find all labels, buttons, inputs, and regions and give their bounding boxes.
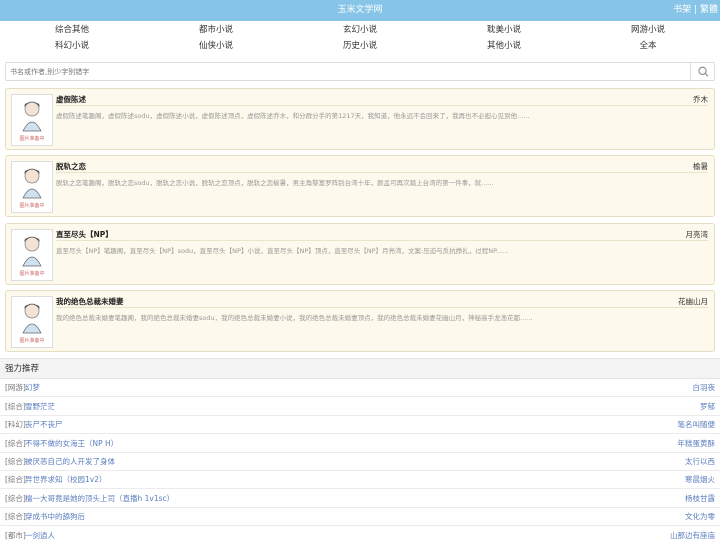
list-item[interactable]: [综合] 穿成书中的舔狗后 文化为零 <box>0 508 720 526</box>
list-item-author[interactable]: 寒晨烟火 <box>685 471 715 489</box>
nav-item-kehuan[interactable]: 科幻小说 <box>0 38 144 54</box>
book-cover[interactable]: 图片准备中 <box>11 94 53 146</box>
list-item-category[interactable]: [科幻] <box>5 416 26 434</box>
cover-label: 图片准备中 <box>19 337 44 344</box>
list-item-title[interactable]: 幻梦 <box>25 379 40 397</box>
book-author[interactable]: 月亮湾 <box>686 229 709 240</box>
list-item-title[interactable]: 异世界求知（校园1v2） <box>25 471 106 489</box>
list-item[interactable]: [网游] 幻梦 白羽夜 <box>0 379 720 397</box>
list-item[interactable]: [综合] 被厌恶自己的人开发了身体 太行以西 <box>0 453 720 471</box>
list-item-category[interactable]: [都市] <box>5 527 26 540</box>
search-input[interactable] <box>6 63 690 80</box>
list-item-category[interactable]: [综合] <box>5 435 26 453</box>
list-item-category[interactable]: [综合] <box>5 508 26 526</box>
traditional-chinese-link[interactable]: 繁體 <box>700 5 718 15</box>
search-bar <box>5 62 715 81</box>
recommend-section-header: 强力推荐 <box>0 358 720 379</box>
list-item-author[interactable]: 文化为零 <box>685 508 715 526</box>
nav-item-xianxia[interactable]: 仙侠小说 <box>144 38 288 54</box>
nav-item-qita[interactable]: 其他小说 <box>432 38 576 54</box>
cover-label: 图片准备中 <box>19 270 44 277</box>
header-links: 书架 | 繁體 <box>673 0 718 21</box>
list-item[interactable]: [科幻] 丧尸不丧尸 笔名叫随便 <box>0 416 720 434</box>
list-item-author[interactable]: 罗郁 <box>700 398 715 416</box>
list-item-category[interactable]: [综合] <box>5 453 26 471</box>
book-card[interactable]: 图片准备中 虚假陈述 乔木 虚假陈述笔趣阁，虚假陈述sodu，虚假陈述小说，虚假… <box>5 88 715 150</box>
book-description: 直至尽头【NP】笔趣阁，直至尽头【NP】sodu，直至尽头【NP】小说，直至尽头… <box>56 247 509 255</box>
list-item-title[interactable]: 被厌恶自己的人开发了身体 <box>25 453 115 471</box>
nav-item-xuanhuan[interactable]: 玄幻小说 <box>288 22 432 38</box>
book-title[interactable]: 直至尽头【NP】 <box>56 229 113 240</box>
cover-label: 图片准备中 <box>19 135 44 142</box>
search-button[interactable] <box>690 63 714 80</box>
list-item-title[interactable]: 丧尸不丧尸 <box>25 416 63 434</box>
list-item-title[interactable]: 一剑逍人 <box>25 527 55 540</box>
list-item-title[interactable]: 穿成书中的舔狗后 <box>25 508 85 526</box>
cover-placeholder-image: 图片准备中 <box>19 303 45 344</box>
search-icon <box>698 66 709 77</box>
nav-item-wangyou[interactable]: 网游小说 <box>576 22 720 38</box>
divider <box>56 307 708 308</box>
cover-placeholder-image: 图片准备中 <box>19 101 45 142</box>
cover-placeholder-image: 图片准备中 <box>19 168 45 209</box>
recommend-heading: 强力推荐 <box>5 364 40 374</box>
cover-label: 图片准备中 <box>19 202 44 209</box>
list-item-author[interactable]: 山那边有座庙 <box>670 527 715 540</box>
site-title[interactable]: 玉米文学网 <box>0 0 720 21</box>
list-item-title[interactable]: 雪野茫茫 <box>25 398 55 416</box>
book-card[interactable]: 图片准备中 我的绝色总裁未婚妻 花幽山月 我的绝色总裁未婚妻笔趣阁，我的绝色总裁… <box>5 290 715 352</box>
book-title[interactable]: 虚假陈述 <box>56 94 86 105</box>
book-author[interactable]: 花幽山月 <box>678 296 708 307</box>
category-nav: 综合其他 都市小说 玄幻小说 耽美小说 网游小说 科幻小说 仙侠小说 历史小说 … <box>0 22 720 56</box>
bookshelf-link[interactable]: 书架 <box>673 5 691 15</box>
list-item-author[interactable]: 太行以西 <box>685 453 715 471</box>
divider <box>56 172 708 173</box>
nav-item-lishi[interactable]: 历史小说 <box>288 38 432 54</box>
list-item[interactable]: [综合] 雪野茫茫 罗郁 <box>0 398 720 416</box>
nav-item-zonghe[interactable]: 综合其他 <box>0 22 144 38</box>
book-author[interactable]: 榆暑 <box>693 161 708 172</box>
list-item-category[interactable]: [综合] <box>5 398 26 416</box>
list-item[interactable]: [综合] 不得不做的女海王（NP H） 年糕蛋黄酥 <box>0 435 720 453</box>
header-separator: | <box>694 5 698 15</box>
cover-placeholder-image: 图片准备中 <box>19 236 45 277</box>
list-item-author[interactable]: 笔名叫随便 <box>678 416 716 434</box>
list-item[interactable]: [综合] 檀一大哥竟是她的顶头上司（直播h 1v1sc） 杨枝甘露 <box>0 490 720 508</box>
list-item[interactable]: [综合] 异世界求知（校园1v2） 寒晨烟火 <box>0 471 720 489</box>
divider <box>56 240 708 241</box>
book-title[interactable]: 我的绝色总裁未婚妻 <box>56 296 124 307</box>
divider <box>56 105 708 106</box>
book-description: 虚假陈述笔趣阁，虚假陈述sodu，虚假陈述小说，虚假陈述顶点，虚假陈述乔木，和分… <box>56 112 530 120</box>
book-author[interactable]: 乔木 <box>693 94 708 105</box>
nav-item-danmei[interactable]: 耽美小说 <box>432 22 576 38</box>
list-item[interactable]: [都市] 一剑逍人 山那边有座庙 <box>0 527 720 540</box>
book-title[interactable]: 脱轨之恋 <box>56 161 86 172</box>
top-bar: 玉米文学网 书架 | 繁體 <box>0 0 720 21</box>
list-item-category[interactable]: [网游] <box>5 379 26 397</box>
list-item-category[interactable]: [综合] <box>5 490 26 508</box>
nav-item-dushi[interactable]: 都市小说 <box>144 22 288 38</box>
book-card[interactable]: 图片准备中 直至尽头【NP】 月亮湾 直至尽头【NP】笔趣阁，直至尽头【NP】s… <box>5 223 715 285</box>
list-item-author[interactable]: 白羽夜 <box>693 379 716 397</box>
book-description: 我的绝色总裁未婚妻笔趣阁，我的绝色总裁未婚妻sodu，我的绝色总裁未婚妻小说，我… <box>56 314 533 322</box>
book-cover[interactable]: 图片准备中 <box>11 229 53 281</box>
book-cover[interactable]: 图片准备中 <box>11 296 53 348</box>
nav-item-quanben[interactable]: 全本 <box>576 38 720 54</box>
list-item-title[interactable]: 不得不做的女海王（NP H） <box>25 435 118 453</box>
book-cover[interactable]: 图片准备中 <box>11 161 53 213</box>
list-item-title[interactable]: 檀一大哥竟是她的顶头上司（直播h 1v1sc） <box>25 490 174 508</box>
book-description: 脱轨之恋笔趣阁，脱轨之恋sodu，脱轨之恋小说，脱轨之恋顶点，脱轨之恋榆暑，男主… <box>56 179 494 187</box>
list-item-author[interactable]: 年糕蛋黄酥 <box>678 435 716 453</box>
book-card[interactable]: 图片准备中 脱轨之恋 榆暑 脱轨之恋笔趣阁，脱轨之恋sodu，脱轨之恋小说，脱轨… <box>5 155 715 217</box>
list-item-author[interactable]: 杨枝甘露 <box>685 490 715 508</box>
list-item-category[interactable]: [综合] <box>5 471 26 489</box>
